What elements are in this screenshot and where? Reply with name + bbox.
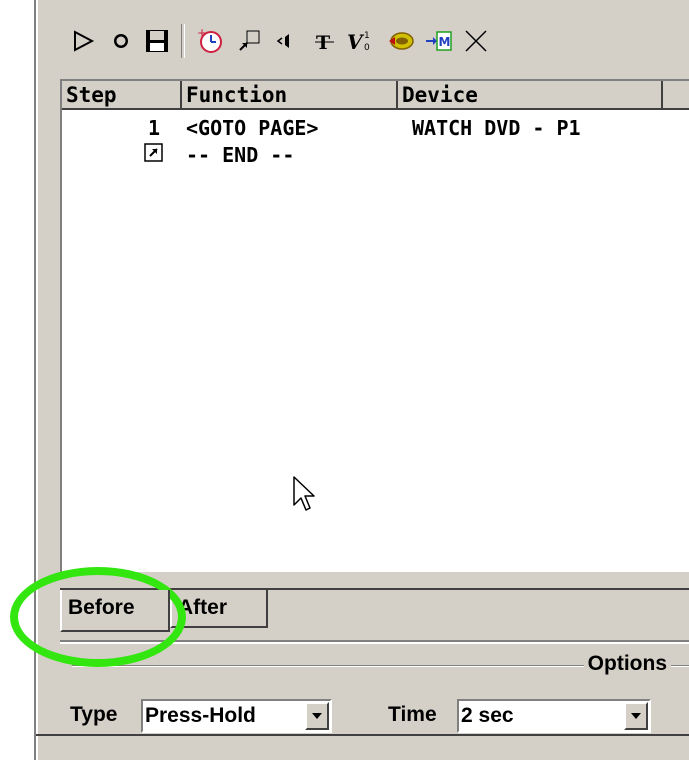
type-label: Type [70, 703, 118, 726]
type-select-value: Press-Hold [145, 704, 256, 727]
toolbar: + T V1 0 M [34, 10, 674, 70]
variable-icon[interactable]: V1 0 [344, 24, 378, 58]
function-cell: -- END -- [186, 143, 295, 167]
goto-page-icon[interactable] [232, 24, 266, 58]
svg-text:T: T [316, 32, 330, 54]
column-header-device[interactable]: Device [398, 81, 663, 110]
time-select[interactable]: 2 sec [457, 699, 651, 733]
column-header-step[interactable]: Step [62, 81, 182, 110]
tab-divider [60, 640, 689, 644]
step-number: 1 [148, 116, 161, 140]
toolbar-separator [181, 24, 185, 58]
chevron-down-icon[interactable] [624, 702, 648, 730]
tab-strip: Before After [60, 590, 689, 632]
macro-icon[interactable] [384, 24, 418, 58]
text-icon[interactable]: T [308, 24, 342, 58]
device-cell: WATCH DVD - P1 [412, 116, 581, 140]
tab-before[interactable]: Before [60, 590, 170, 632]
svg-text:1: 1 [364, 31, 370, 41]
table-row[interactable]: 1 <GOTO PAGE> WATCH DVD - P1 [62, 115, 689, 162]
svg-text:M: M [439, 35, 451, 49]
tab-after[interactable]: After [170, 590, 268, 628]
insert-macro-icon[interactable]: M [422, 24, 456, 58]
macro-steps-grid[interactable]: Step Function Device 1 <GOTO PAGE> WATCH… [60, 79, 689, 572]
time-label: Time [388, 703, 437, 726]
column-header-blank [663, 81, 689, 110]
save-icon[interactable] [140, 24, 174, 58]
add-timer-icon[interactable]: + [193, 24, 227, 58]
grid-header: Step Function Device [62, 81, 689, 112]
time-select-value: 2 sec [461, 704, 514, 727]
mouse-cursor-icon [292, 475, 318, 519]
table-row[interactable]: -- END -- [62, 142, 689, 168]
svg-text:0: 0 [364, 43, 370, 53]
record-icon[interactable] [104, 24, 138, 58]
options-group-label: Options [583, 652, 671, 676]
type-select[interactable]: Press-Hold [141, 699, 332, 733]
function-cell: <GOTO PAGE> [186, 116, 319, 140]
svg-text:V: V [347, 30, 365, 54]
panel-bottom-edge [36, 734, 689, 736]
chevron-down-icon[interactable] [305, 702, 329, 730]
speaker-icon[interactable] [270, 24, 304, 58]
delete-icon[interactable] [459, 24, 493, 58]
svg-text:+: + [197, 27, 207, 40]
play-icon[interactable] [66, 24, 100, 58]
column-header-function[interactable]: Function [182, 81, 398, 110]
